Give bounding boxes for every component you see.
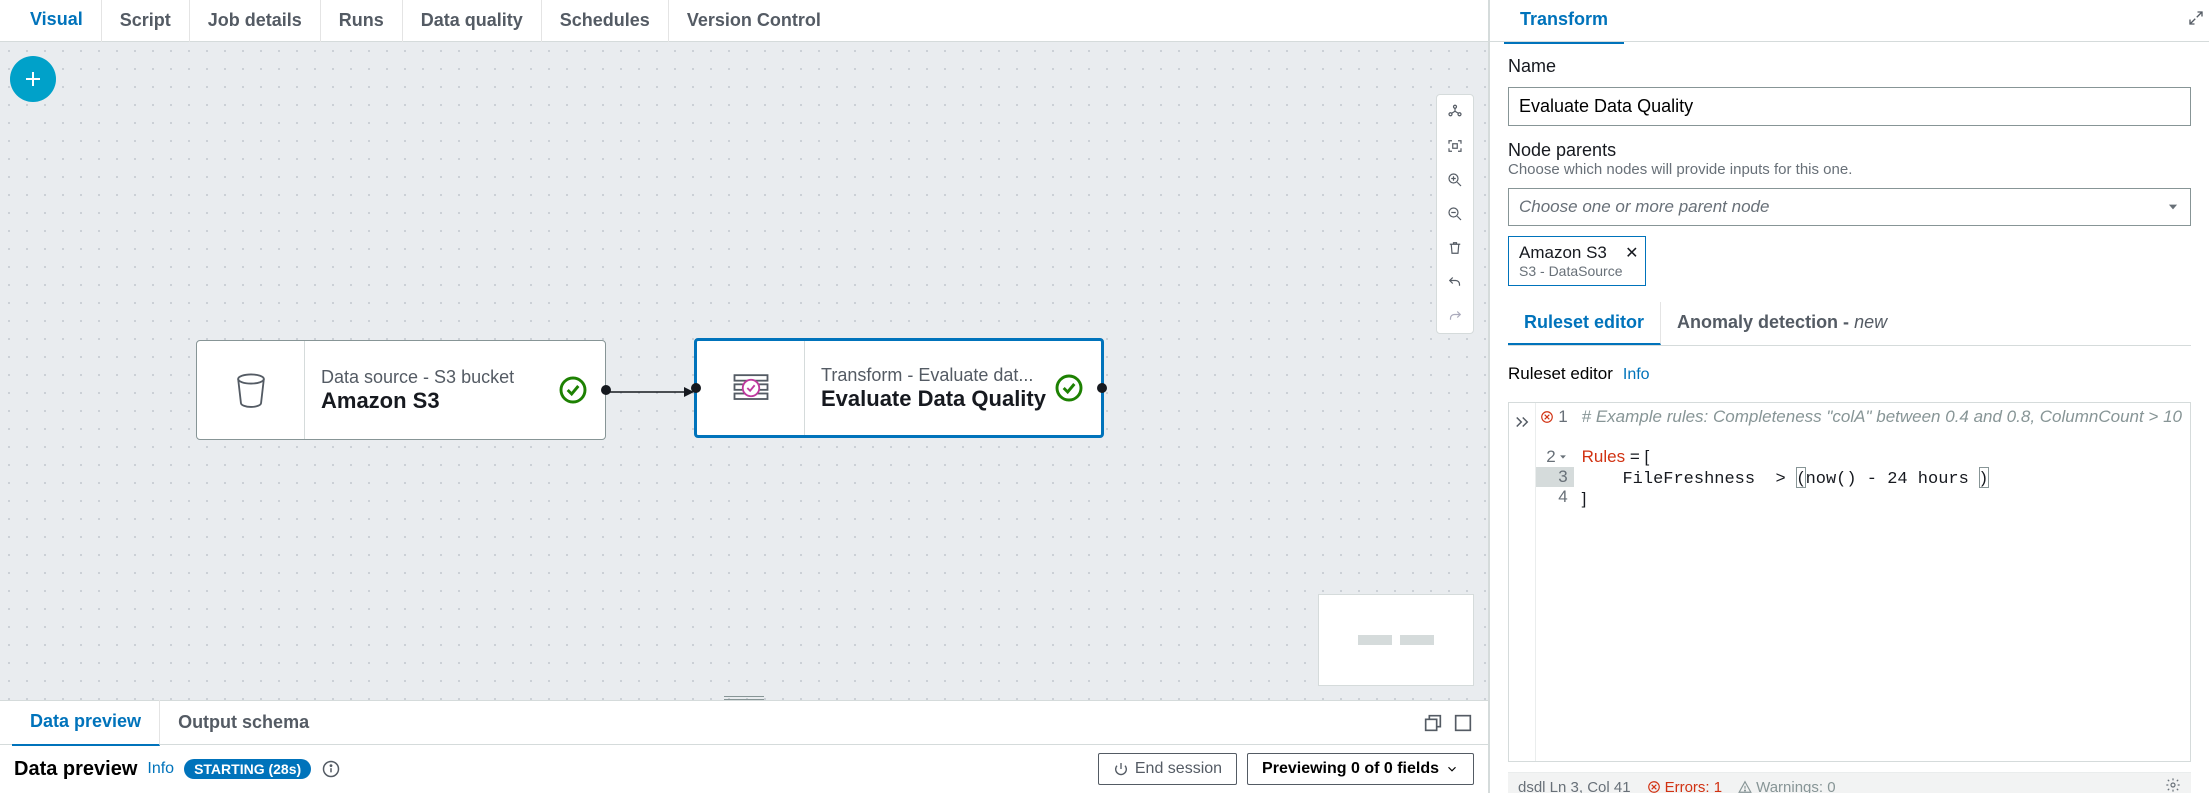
minimap[interactable] <box>1318 594 1474 686</box>
fit-screen-icon[interactable] <box>1437 129 1473 163</box>
node-evaluate-data-quality[interactable]: Transform - Evaluate dat... Evaluate Dat… <box>694 338 1104 438</box>
node-type-label: Data source - S3 bucket <box>321 367 557 388</box>
node-type-label: Transform - Evaluate dat... <box>821 365 1053 386</box>
tab-runs[interactable]: Runs <box>321 0 403 43</box>
cursor-position: dsdl Ln 3, Col 41 <box>1518 779 1631 793</box>
output-port[interactable] <box>601 385 611 395</box>
connection-arrow <box>606 382 694 402</box>
info-icon[interactable] <box>321 759 341 779</box>
bucket-icon <box>197 341 305 439</box>
collapse-editor-icon[interactable] <box>1509 403 1536 761</box>
end-session-button[interactable]: End session <box>1098 753 1237 785</box>
tab-transform[interactable]: Transform <box>1504 0 1624 44</box>
data-preview-title: Data preview <box>14 758 137 781</box>
node-title: Evaluate Data Quality <box>821 386 1053 412</box>
tab-visual[interactable]: Visual <box>12 0 102 44</box>
delete-icon[interactable] <box>1437 231 1473 265</box>
preview-field-count[interactable]: Previewing 0 of 0 fields <box>1247 753 1474 785</box>
zoom-out-icon[interactable] <box>1437 197 1473 231</box>
ruleset-editor-title: Ruleset editor <box>1508 364 1613 384</box>
zoom-in-icon[interactable] <box>1437 163 1473 197</box>
data-quality-icon <box>697 341 805 435</box>
visual-canvas[interactable]: Data source - S3 bucket Amazon S3 <box>0 42 1488 700</box>
layout-icon[interactable] <box>1437 95 1473 129</box>
tab-schedules[interactable]: Schedules <box>542 0 669 43</box>
resize-handle[interactable] <box>724 695 764 700</box>
remove-parent-icon[interactable]: ✕ <box>1625 243 1638 263</box>
top-tabs: Visual Script Job details Runs Data qual… <box>0 0 1488 42</box>
expand-icon[interactable] <box>2187 9 2209 32</box>
bottom-panel: Data preview Output schema Data preview … <box>0 700 1488 793</box>
editor-status-bar: dsdl Ln 3, Col 41 Errors: 1 Warnings: 0 <box>1508 772 2191 793</box>
success-icon <box>1053 372 1085 404</box>
error-count[interactable]: Errors: 1 <box>1647 779 1723 793</box>
session-status-badge: STARTING (28s) <box>184 759 311 779</box>
name-label: Name <box>1508 56 2191 77</box>
redo-icon[interactable] <box>1437 299 1473 333</box>
ruleset-code-editor[interactable]: 1 2 3 4 # Example rules: Completeness "c… <box>1508 402 2191 762</box>
node-parents-hint: Choose which nodes will provide inputs f… <box>1508 161 2191 178</box>
tab-version-control[interactable]: Version Control <box>669 0 839 43</box>
success-icon <box>557 374 589 406</box>
tab-output-schema[interactable]: Output schema <box>160 700 327 745</box>
maximize-icon[interactable] <box>1452 712 1474 734</box>
tab-data-quality[interactable]: Data quality <box>403 0 542 43</box>
parent-token-amazon-s3: Amazon S3 S3 - DataSource ✕ <box>1508 236 1646 286</box>
input-port[interactable] <box>691 383 701 393</box>
info-link[interactable]: Info <box>1623 366 1650 384</box>
tab-job-details[interactable]: Job details <box>190 0 321 43</box>
node-parents-label: Node parents <box>1508 140 2191 161</box>
chevron-down-icon <box>2166 200 2180 214</box>
parent-node-select[interactable]: Choose one or more parent node <box>1508 188 2191 226</box>
node-title: Amazon S3 <box>321 388 557 414</box>
info-link[interactable]: Info <box>147 760 174 778</box>
code-gutter: 1 2 3 4 <box>1536 403 1574 761</box>
tab-anomaly-detection[interactable]: Anomaly detection - new <box>1661 302 1903 345</box>
undo-icon[interactable] <box>1437 265 1473 299</box>
node-data-source-s3[interactable]: Data source - S3 bucket Amazon S3 <box>196 340 606 440</box>
pane-splitter[interactable] <box>0 397 2 437</box>
add-node-button[interactable] <box>10 56 56 102</box>
code-body[interactable]: # Example rules: Completeness "colA" bet… <box>1574 403 2190 761</box>
restore-window-icon[interactable] <box>1422 712 1444 734</box>
output-port[interactable] <box>1097 383 1107 393</box>
settings-icon[interactable] <box>2165 777 2181 793</box>
node-name-input[interactable] <box>1508 87 2191 126</box>
tab-data-preview[interactable]: Data preview <box>12 699 160 746</box>
tab-ruleset-editor[interactable]: Ruleset editor <box>1508 302 1661 345</box>
warning-count[interactable]: Warnings: 0 <box>1738 779 1835 793</box>
tab-script[interactable]: Script <box>102 0 190 43</box>
canvas-toolbar <box>1436 94 1474 334</box>
